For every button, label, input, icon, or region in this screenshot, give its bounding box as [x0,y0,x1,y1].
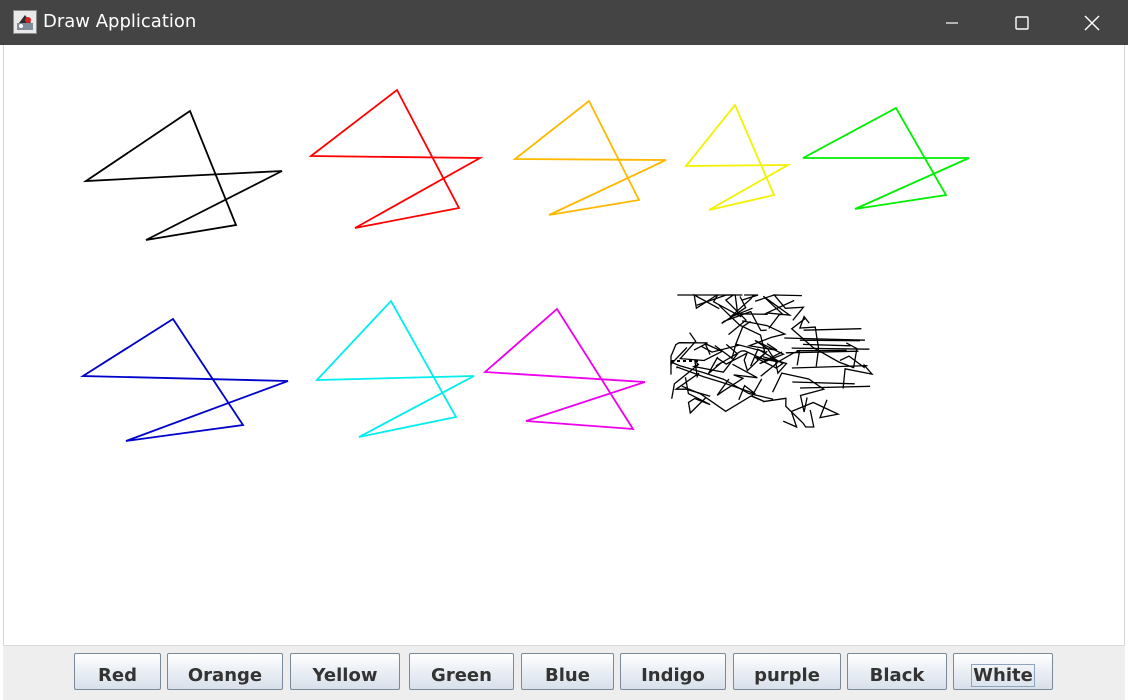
scribble-stroke [799,385,871,389]
orange-button-label: Orange [187,665,263,686]
scribble-stroke [791,347,870,350]
black-button-label: Black [869,665,925,686]
star-4 [684,103,792,211]
maximize-icon [1015,15,1029,30]
red-button[interactable]: Red [74,653,161,690]
star-7 [314,299,475,438]
scribble-stroke [803,328,862,331]
scribble-stroke [772,372,826,413]
drawing-surface[interactable] [4,45,1124,645]
red-button-label: Red [98,665,137,686]
star-8 [482,307,646,431]
green-button[interactable]: Green [409,653,514,690]
minimize-button[interactable] [920,0,984,45]
purple-button[interactable]: purple [733,653,841,690]
indigo-button-label: Indigo [641,665,705,686]
purple-button-label: purple [754,665,820,686]
scribble-stroke [791,364,868,369]
star-5 [802,106,970,210]
yellow-button-label: Yellow [312,665,378,686]
maximize-button[interactable] [990,0,1054,45]
minimize-icon [946,21,958,24]
blue-button[interactable]: Blue [521,653,614,690]
blue-button-label: Blue [545,665,590,686]
star-1 [82,109,283,241]
scribble-stroke [681,378,766,413]
color-button-bar: Red Orange Yellow Green Blue Indigo purp… [3,645,1125,700]
white-button-label: White [971,664,1035,687]
close-icon [1084,15,1100,30]
indigo-button[interactable]: Indigo [620,653,726,690]
stars-layer [80,88,970,442]
orange-button[interactable]: Orange [167,653,283,690]
freehand-scribble [670,293,874,429]
scribble-stroke [792,381,855,385]
yellow-button[interactable]: Yellow [290,653,400,690]
title-bar[interactable]: Draw Application [0,0,1128,45]
window-title: Draw Application [43,11,197,32]
star-6 [80,317,289,442]
java-app-icon [13,10,37,34]
star-2 [308,88,484,229]
black-button[interactable]: Black [847,653,947,690]
drawing-canvas[interactable] [3,45,1125,645]
scribble-stroke [798,315,820,367]
scribble-stroke [790,317,858,369]
white-button[interactable]: White [953,653,1053,690]
star-3 [512,99,667,216]
close-button[interactable] [1060,0,1124,45]
app-window: Draw Application Red Orange Yellow Green… [0,0,1128,700]
green-button-label: Green [431,665,492,686]
